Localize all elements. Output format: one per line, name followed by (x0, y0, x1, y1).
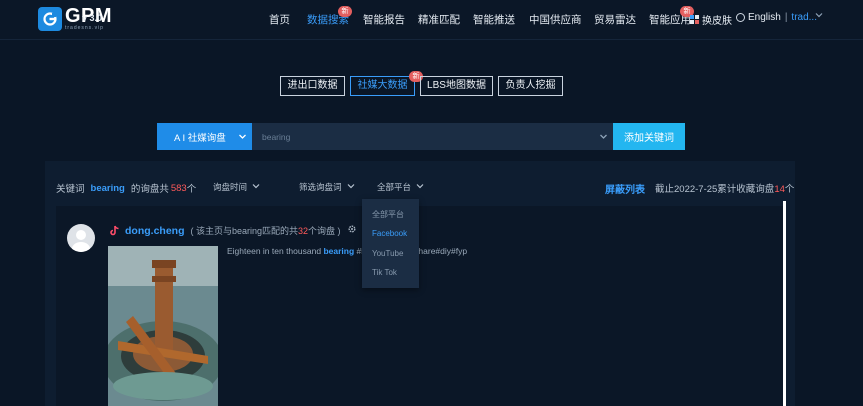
chevron-down-icon (252, 182, 260, 192)
nav-precise-match[interactable]: 精准匹配 (418, 12, 460, 27)
chevron-down-icon (238, 132, 247, 141)
nav-china-supplier[interactable]: 中国供应商 (529, 12, 582, 27)
dropdown-option-facebook[interactable]: Facebook (372, 229, 407, 238)
search-input[interactable] (252, 123, 613, 150)
nav-smart-report[interactable]: 智能报告 (363, 12, 405, 27)
post-thumbnail[interactable] (108, 246, 218, 406)
summary-mid: 的询盘共 (130, 184, 169, 195)
summary-count: 583 (170, 182, 187, 194)
desc-keyword: bearing (323, 246, 355, 256)
chevron-down-icon (347, 182, 355, 192)
avatar[interactable] (67, 224, 95, 252)
chevron-down-icon[interactable] (599, 132, 608, 141)
nav-new-badge: 新 (338, 6, 352, 17)
filter-platform[interactable]: 全部平台 (377, 181, 424, 193)
post-author-name[interactable]: dong.cheng (125, 225, 185, 237)
language-switch[interactable]: English | trad... (736, 12, 817, 23)
match-prefix: ( 该主页与bearing匹配的共 (190, 226, 299, 236)
tab-lbs-map-data[interactable]: LBS地图数据 (420, 76, 493, 96)
post-description: Eighteen in ten thousand bearing #lifeti… (227, 246, 467, 256)
chevron-down-icon[interactable] (815, 11, 823, 22)
dropdown-option-youtube[interactable]: YouTube (372, 249, 403, 258)
dropdown-option-all[interactable]: 全部平台 (372, 209, 404, 220)
chevron-down-icon (416, 182, 424, 192)
tab-social-data[interactable]: 社媒大数据 (350, 76, 415, 96)
dropdown-option-tiktok[interactable]: Tik Tok (372, 268, 397, 277)
language-label: English (748, 12, 781, 23)
stat-unit: 个 (784, 184, 795, 195)
filter-label: 询盘时间 (213, 182, 248, 192)
stat-prefix: 截止2022-7-25累计收藏询盘 (655, 184, 775, 195)
stat-count: 14 (774, 184, 785, 195)
globe-icon (736, 13, 745, 22)
summary-keyword: bearing (90, 182, 125, 194)
match-count: 32 (298, 226, 309, 236)
add-keyword-button[interactable]: 添加关键词 (613, 123, 685, 150)
filter-label: 全部平台 (377, 182, 412, 192)
search-mode-label: A I 社媒询盘 (174, 132, 226, 144)
filter-label: 筛选询盘词 (299, 182, 342, 192)
tab-manager-mining[interactable]: 负责人挖掘 (498, 76, 563, 96)
nav-smart-push[interactable]: 智能推送 (473, 12, 515, 27)
top-header: GPM tradesns.vip v 3.0 首页 数据搜索 新 智能报告 精准… (0, 0, 863, 40)
filter-inquiry-time[interactable]: 询盘时间 (213, 181, 260, 193)
separator: | (784, 12, 788, 23)
version-label: v 3.0 (82, 13, 103, 23)
skin-label: 换皮肤 (702, 16, 732, 27)
summary-prefix: 关键词 (56, 184, 85, 195)
logo-mark-icon (38, 7, 62, 31)
favorites-stat: 截止2022-7-25累计收藏询盘14个 (655, 181, 794, 195)
tab-import-export-data[interactable]: 进出口数据 (280, 76, 345, 96)
nav-trade-radar[interactable]: 贸易雷达 (594, 12, 636, 27)
author-match-info: ( 该主页与bearing匹配的共32个询盘 ) (191, 224, 341, 237)
user-name[interactable]: trad... (791, 12, 817, 23)
post-author-line: dong.cheng ( 该主页与bearing匹配的共32个询盘 ) (109, 224, 357, 237)
search-mode-select[interactable]: A I 社媒询盘 (157, 123, 252, 150)
skin-icon (690, 14, 700, 25)
logo-subtitle: tradesns.vip (65, 25, 104, 31)
tiktok-icon (109, 225, 120, 236)
results-scrollbar[interactable] (783, 201, 786, 406)
results-summary: 关键词 bearing 的询盘共 583 个 (56, 181, 197, 196)
block-list-link[interactable]: 屏蔽列表 (605, 181, 645, 196)
skin-switch[interactable]: 换皮肤 (690, 12, 732, 27)
nav-home[interactable]: 首页 (269, 12, 290, 27)
desc-prefix: Eighteen in ten thousand (227, 246, 322, 256)
search-bar: A I 社媒询盘 添加关键词 (157, 123, 685, 150)
gear-icon[interactable] (347, 224, 357, 237)
match-suffix: 个询盘 ) (308, 226, 341, 236)
platform-dropdown-menu: 全部平台 Facebook YouTube Tik Tok (362, 199, 419, 288)
filter-inquiry-word[interactable]: 筛选询盘词 (299, 181, 355, 193)
summary-unit: 个 (186, 184, 197, 195)
